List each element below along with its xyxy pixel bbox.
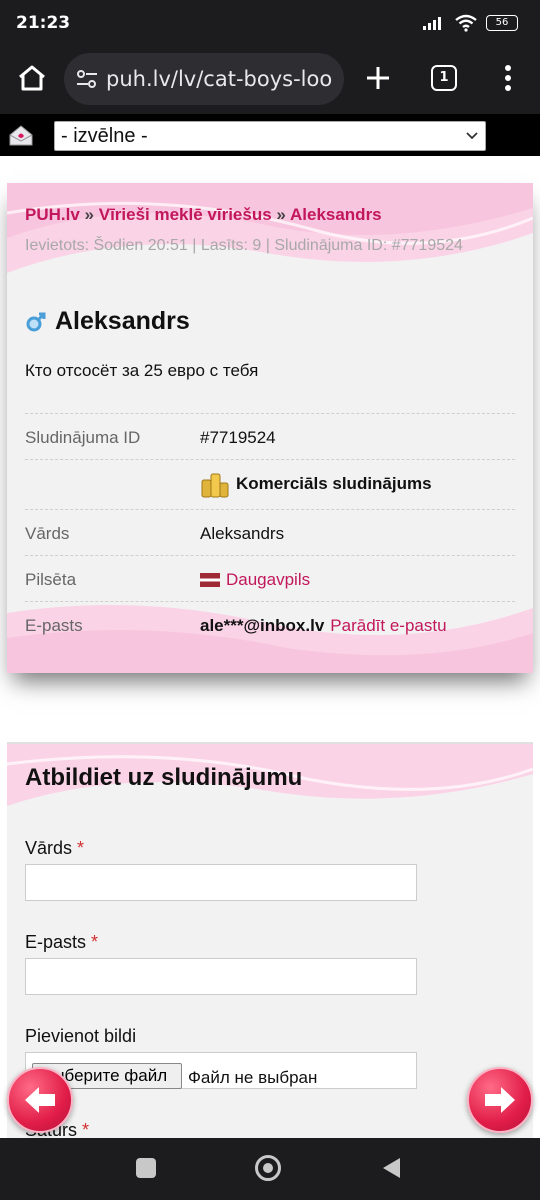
breadcrumb-home[interactable]: PUH.lv <box>25 205 80 224</box>
email-field-label: E-pasts * <box>25 932 98 953</box>
male-gender-icon <box>26 312 46 331</box>
previous-ad-button[interactable] <box>7 1067 73 1133</box>
detail-row-email: E-pasts ale***@inbox.lv Parādīt e-pastu <box>25 601 515 647</box>
signal-icon <box>423 17 441 30</box>
url-text: puh.lv/lv/cat-boys-loo <box>106 67 333 91</box>
ad-title: Aleksandrs <box>25 307 190 336</box>
photo-field-label: Pievienot bildi <box>25 1026 137 1046</box>
name-field-label-text: Vārds <box>25 838 73 858</box>
back-icon[interactable] <box>380 1156 402 1180</box>
form-title: Atbildiet uz sludinājumu <box>25 764 303 791</box>
id-value: #7719524 <box>200 428 276 447</box>
browser-toolbar: puh.lv/lv/cat-boys-loo 1 <box>0 48 540 114</box>
ad-card: PUH.lv » Vīrieši meklē vīriešus » Aleksa… <box>7 183 533 673</box>
latvia-flag-icon <box>200 573 220 587</box>
menu-select-value: - izvēlne - <box>61 125 148 147</box>
file-status: Файл не выбран <box>188 1068 318 1087</box>
ad-meta: Ievietots: Šodien 20:51 | Lasīts: 9 | Sl… <box>25 237 463 254</box>
arrow-right-icon <box>485 1087 515 1113</box>
ad-title-text: Aleksandrs <box>55 307 190 335</box>
status-icons: 56 <box>422 14 518 32</box>
reply-form-card: Atbildiet uz sludinājumu Vārds * E-pasts… <box>7 742 533 1162</box>
recents-icon[interactable] <box>136 1158 156 1178</box>
header-wave-decoration <box>7 183 533 279</box>
email-input[interactable] <box>25 958 417 995</box>
file-input[interactable]: Выберите файл Файл не выбран <box>25 1052 417 1089</box>
wifi-icon <box>455 14 477 32</box>
breadcrumb-current[interactable]: Aleksandrs <box>290 205 382 224</box>
more-menu-icon[interactable] <box>496 62 520 94</box>
required-mark: * <box>91 932 99 952</box>
detail-row-city: Pilsēta Daugavpils <box>25 555 515 601</box>
detail-row-id: Sludinājuma ID #7719524 <box>25 413 515 459</box>
id-label: Sludinājuma ID <box>25 428 141 447</box>
site-logo-icon[interactable] <box>8 123 34 147</box>
site-nav: - izvēlne - <box>0 114 540 156</box>
coins-icon <box>201 473 229 498</box>
required-mark: * <box>77 838 85 858</box>
home-icon[interactable] <box>14 60 50 96</box>
detail-row-name: Vārds Aleksandrs <box>25 509 515 555</box>
status-time: 21:23 <box>16 13 71 33</box>
email-label: E-pasts <box>25 616 83 635</box>
commercial-text: Komerciāls sludinājums <box>236 474 432 493</box>
name-input[interactable] <box>25 864 417 901</box>
system-nav-bar <box>0 1138 540 1200</box>
address-bar[interactable]: puh.lv/lv/cat-boys-loo <box>64 53 344 105</box>
name-value: Aleksandrs <box>200 524 285 543</box>
email-field-label-text: E-pasts <box>25 932 87 952</box>
arrow-left-icon <box>25 1087 55 1113</box>
tab-switcher-button[interactable]: 1 <box>431 65 457 91</box>
commercial-badge: Komerciāls sludinājums <box>200 470 432 498</box>
breadcrumb-separator: » <box>84 205 94 224</box>
new-tab-icon[interactable] <box>362 62 394 94</box>
breadcrumb-separator: » <box>276 205 286 224</box>
menu-select[interactable]: - izvēlne - <box>54 121 486 151</box>
battery-icon: 56 <box>486 15 518 31</box>
show-email-link[interactable]: Parādīt e-pastu <box>330 616 446 636</box>
email-value: ale***@inbox.lv Parādīt e-pastu <box>200 616 447 636</box>
name-field-label: Vārds * <box>25 838 84 859</box>
city-value: Daugavpils <box>200 570 310 590</box>
next-ad-button[interactable] <box>467 1067 533 1133</box>
city-link[interactable]: Daugavpils <box>226 570 310 590</box>
status-bar: 21:23 56 <box>0 0 540 48</box>
chevron-down-icon <box>466 132 478 140</box>
ad-details: Sludinājuma ID #7719524 Komerciāls sludi… <box>25 413 515 647</box>
breadcrumb: PUH.lv » Vīrieši meklē vīriešus » Aleksa… <box>25 205 382 225</box>
detail-row-commercial: Komerciāls sludinājums <box>25 459 515 509</box>
email-masked: ale***@inbox.lv <box>200 616 325 635</box>
home-circle-icon[interactable] <box>255 1155 281 1181</box>
required-mark: * <box>82 1120 90 1140</box>
name-label: Vārds <box>25 524 70 543</box>
breadcrumb-category[interactable]: Vīrieši meklē vīriešus <box>99 205 272 224</box>
city-label: Pilsēta <box>25 570 77 589</box>
site-settings-icon[interactable] <box>76 69 98 89</box>
ad-text: Кто отсосёт за 25 евро с тебя <box>25 361 259 380</box>
